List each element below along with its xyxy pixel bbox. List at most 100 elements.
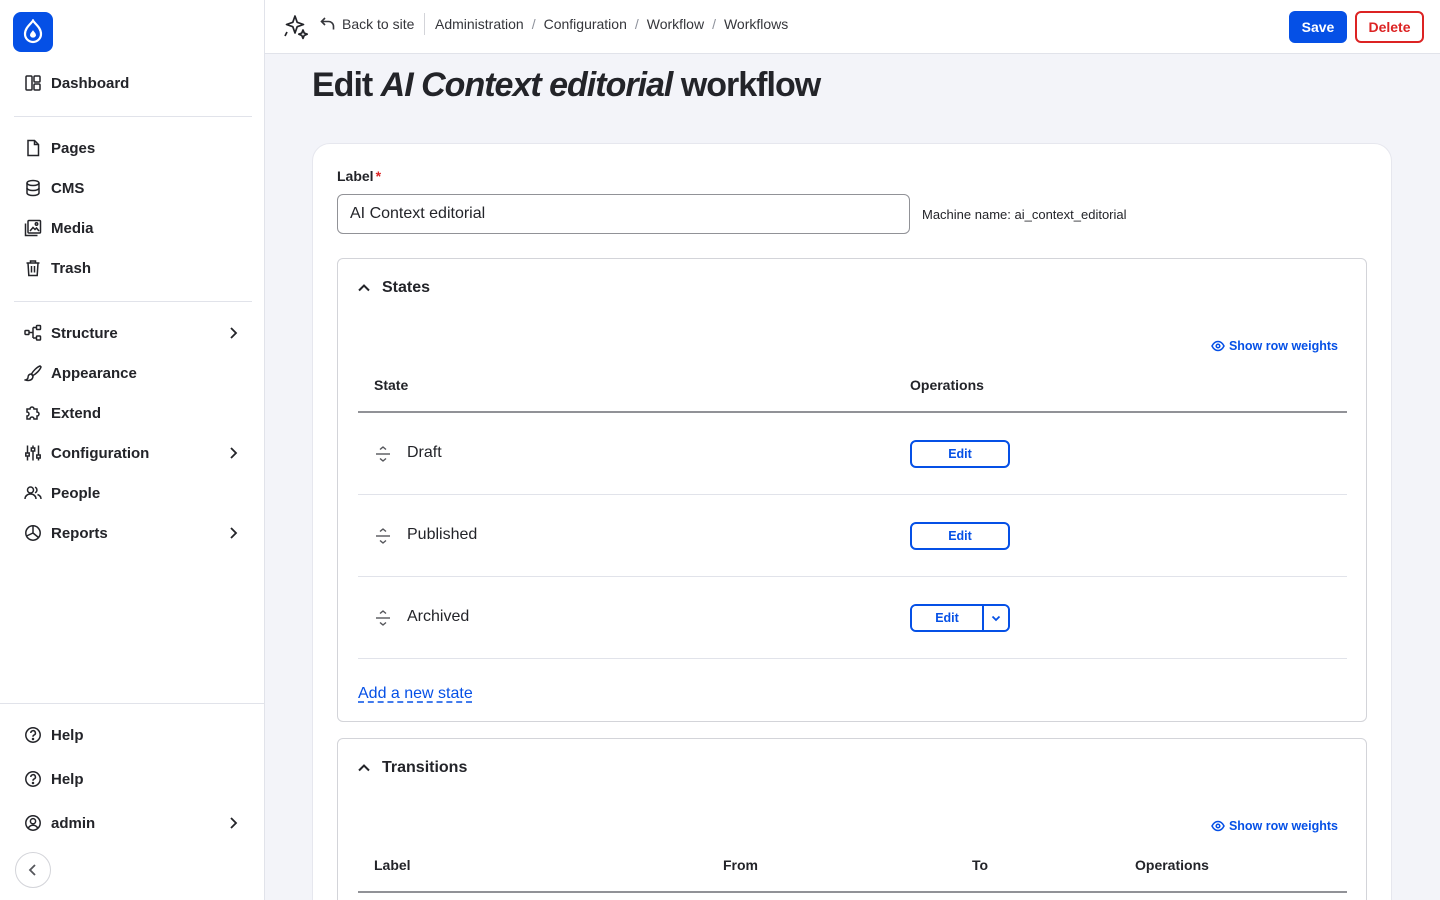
column-header-operations: Operations xyxy=(1135,857,1209,873)
chevron-up-icon xyxy=(356,760,382,776)
archived-operations-dropbutton: Edit xyxy=(910,604,1010,632)
image-icon xyxy=(23,218,43,238)
page-title-workflow-name: AI Context editorial xyxy=(380,66,674,104)
collapse-sidebar-button[interactable] xyxy=(15,852,51,888)
sidebar-item-label: Help xyxy=(51,726,84,744)
sidebar-item-cms[interactable]: CMS xyxy=(14,170,252,206)
states-show-row-weights[interactable]: Show row weights xyxy=(1211,339,1338,353)
page-title-suffix: workflow xyxy=(672,66,821,104)
sidebar-item-structure[interactable]: Structure xyxy=(14,315,252,351)
sidebar-item-reports[interactable]: Reports xyxy=(14,515,252,551)
breadcrumb: Administration / Configuration / Workflo… xyxy=(435,16,788,32)
sidebar-item-label: admin xyxy=(51,814,96,832)
breadcrumb-configuration[interactable]: Configuration xyxy=(544,16,627,32)
sidebar-item-label: Media xyxy=(51,219,94,237)
puzzle-icon xyxy=(23,403,43,423)
states-fieldset: States Show row weights State Operations… xyxy=(337,258,1367,722)
sidebar-item-help[interactable]: Help xyxy=(14,717,252,753)
column-header-to: To xyxy=(972,857,989,873)
sparkle-icon[interactable] xyxy=(282,13,310,41)
chevron-up-icon xyxy=(356,280,382,296)
transitions-show-row-weights[interactable]: Show row weights xyxy=(1211,819,1338,833)
show-row-weights-label: Show row weights xyxy=(1228,819,1338,833)
drupal-logo-icon[interactable] xyxy=(13,12,53,52)
label-text: Label xyxy=(337,168,374,184)
sidebar-item-trash[interactable]: Trash xyxy=(14,250,252,286)
breadcrumb-separator: / xyxy=(712,16,716,32)
transitions-toggle[interactable]: Transitions xyxy=(356,757,467,779)
sidebar-divider xyxy=(14,116,252,117)
sidebar-item-people[interactable]: People xyxy=(14,475,252,511)
more-operations-toggle[interactable] xyxy=(984,606,1008,630)
chevron-right-icon xyxy=(224,324,242,342)
drag-handle-icon[interactable] xyxy=(374,609,392,627)
back-arrow-icon xyxy=(320,16,342,32)
breadcrumb-workflows[interactable]: Workflows xyxy=(724,16,788,32)
sidebar-item-configuration[interactable]: Configuration xyxy=(14,435,252,471)
states-toggle[interactable]: States xyxy=(356,277,430,299)
delete-button[interactable]: Delete xyxy=(1355,11,1424,43)
table-row-divider xyxy=(358,576,1347,577)
edit-draft-button[interactable]: Edit xyxy=(910,440,1010,468)
sidebar-item-label: Help xyxy=(51,770,84,788)
chevron-right-icon xyxy=(224,444,242,462)
back-to-site-link[interactable]: Back to site xyxy=(320,14,414,34)
breadcrumb-workflow[interactable]: Workflow xyxy=(647,16,704,32)
breadcrumb-separator: / xyxy=(531,16,536,32)
page-icon xyxy=(23,138,43,158)
table-header-divider xyxy=(358,891,1347,893)
chevron-right-icon xyxy=(224,524,242,542)
trash-icon xyxy=(23,258,43,278)
dashboard-icon xyxy=(23,73,43,93)
machine-name: Machine name: ai_context_editorial xyxy=(922,207,1127,222)
chevron-left-icon xyxy=(25,862,41,878)
sidebar-divider xyxy=(14,301,252,302)
help-icon xyxy=(23,769,43,789)
save-button[interactable]: Save xyxy=(1289,11,1347,43)
eye-icon xyxy=(1211,339,1229,353)
sidebar-item-media[interactable]: Media xyxy=(14,210,252,246)
drag-handle-icon[interactable] xyxy=(374,445,392,463)
sidebar-item-extend[interactable]: Extend xyxy=(14,395,252,431)
sidebar-item-pages[interactable]: Pages xyxy=(14,130,252,166)
sidebar-item-user[interactable]: admin xyxy=(14,805,252,841)
transitions-fieldset: Transitions Show row weights Label From … xyxy=(337,738,1367,900)
sidebar-item-label: Trash xyxy=(51,259,92,277)
add-new-state-link[interactable]: Add a new state xyxy=(358,685,473,703)
people-icon xyxy=(23,483,43,503)
edit-published-button[interactable]: Edit xyxy=(910,522,1010,550)
brush-icon xyxy=(23,363,43,383)
table-row-divider xyxy=(358,494,1347,495)
states-heading: States xyxy=(382,279,431,296)
topbar: Back to site Administration / Configurat… xyxy=(265,0,1440,54)
label-input[interactable] xyxy=(337,194,910,234)
column-header-operations: Operations xyxy=(910,377,984,393)
sidebar-item-label: Configuration xyxy=(51,444,150,462)
state-name-draft: Draft xyxy=(407,444,442,461)
user-icon xyxy=(23,813,43,833)
transitions-heading: Transitions xyxy=(382,759,468,776)
topbar-divider xyxy=(424,13,425,35)
sidebar-item-label: CMS xyxy=(51,179,85,197)
breadcrumb-administration[interactable]: Administration xyxy=(435,16,524,32)
sidebar-item-dashboard[interactable]: Dashboard xyxy=(14,65,252,101)
help-icon xyxy=(23,725,43,745)
sidebar-divider xyxy=(0,703,264,704)
chart-pie-icon xyxy=(23,523,43,543)
state-name-published: Published xyxy=(407,526,478,543)
chevron-right-icon xyxy=(224,814,242,832)
sidebar-item-help-2[interactable]: Help xyxy=(14,761,252,797)
chevron-down-icon xyxy=(990,612,1002,624)
sidebar-item-appearance[interactable]: Appearance xyxy=(14,355,252,391)
sidebar-item-label: Structure xyxy=(51,324,118,342)
page-title: Edit AI Context editorial workflow xyxy=(312,66,821,105)
label-field-label: Label * xyxy=(337,168,381,184)
column-header-from: From xyxy=(723,857,758,873)
table-header-divider xyxy=(358,411,1347,413)
drag-handle-icon[interactable] xyxy=(374,527,392,545)
required-marker: * xyxy=(375,168,382,184)
edit-archived-button[interactable]: Edit xyxy=(912,606,984,630)
sidebar-item-label: Reports xyxy=(51,524,108,542)
column-header-state: State xyxy=(374,377,409,393)
eye-icon xyxy=(1211,819,1229,833)
